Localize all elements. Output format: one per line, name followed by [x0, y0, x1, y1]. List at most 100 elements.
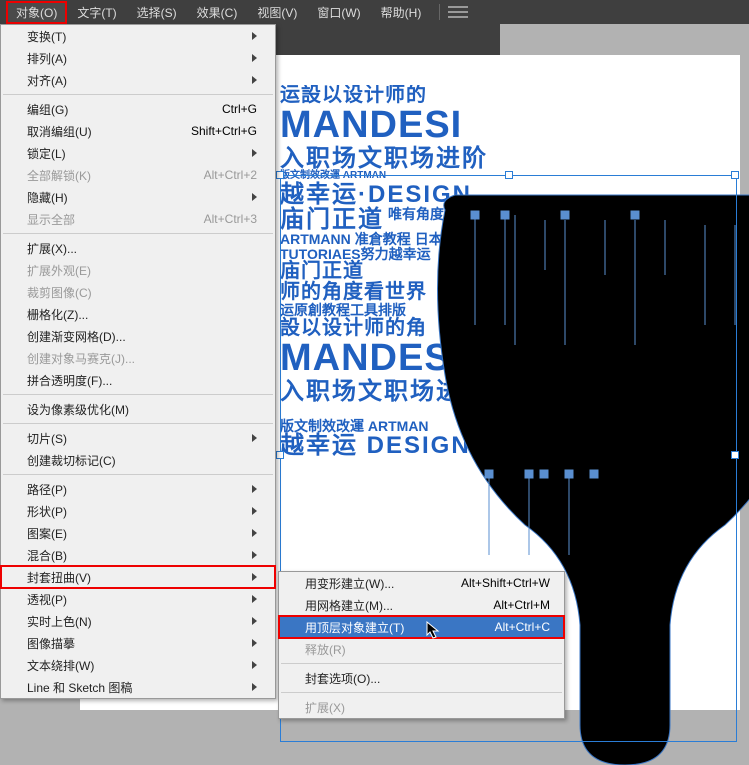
- menu-item-label: 取消编组(U): [27, 123, 171, 140]
- object-menu-item[interactable]: 透视(P): [1, 588, 275, 610]
- menu-separator: [3, 394, 273, 395]
- cursor-icon: [426, 621, 442, 641]
- submenu-arrow-icon: [252, 639, 257, 647]
- object-menu-item[interactable]: 设为像素级优化(M): [1, 398, 275, 420]
- menu-separator: [281, 663, 562, 664]
- menu-item-label: 扩展外观(E): [27, 262, 257, 279]
- submenu-arrow-icon: [252, 485, 257, 493]
- menu-item-label: Line 和 Sketch 图稿: [27, 679, 242, 696]
- envelope-submenu-item[interactable]: 封套选项(O)...: [279, 667, 564, 689]
- submenu-arrow-icon: [252, 54, 257, 62]
- menu-item-label: 用顶层对象建立(T): [305, 619, 475, 636]
- menu-view[interactable]: 视图(V): [247, 1, 307, 24]
- object-menu-item[interactable]: Line 和 Sketch 图稿: [1, 676, 275, 698]
- menu-separator: [3, 474, 273, 475]
- menu-item-label: 显示全部: [27, 211, 184, 228]
- menu-shortcut: Alt+Ctrl+M: [493, 598, 550, 612]
- object-menu-item[interactable]: 混合(B): [1, 544, 275, 566]
- menu-effect[interactable]: 效果(C): [187, 1, 248, 24]
- submenu-arrow-icon: [252, 32, 257, 40]
- envelope-submenu-item[interactable]: 用顶层对象建立(T) Alt+Ctrl+C: [279, 616, 564, 638]
- envelope-submenu-item: 扩展(X): [279, 696, 564, 718]
- menu-shortcut: Alt+Shift+Ctrl+W: [461, 576, 550, 590]
- menu-item-label: 透视(P): [27, 591, 242, 608]
- object-menu-item[interactable]: 创建渐变网格(D)...: [1, 325, 275, 347]
- object-menu-item[interactable]: 锁定(L): [1, 142, 275, 164]
- object-menu-item[interactable]: 排列(A): [1, 47, 275, 69]
- submenu-arrow-icon: [252, 595, 257, 603]
- object-menu-item[interactable]: 扩展(X)...: [1, 237, 275, 259]
- submenu-arrow-icon: [252, 76, 257, 84]
- menu-separator: [3, 94, 273, 95]
- object-menu-item[interactable]: 路径(P): [1, 478, 275, 500]
- menu-item-label: 释放(R): [305, 641, 550, 658]
- object-menu-item[interactable]: 创建裁切标记(C): [1, 449, 275, 471]
- object-menu-item[interactable]: 编组(G) Ctrl+G: [1, 98, 275, 120]
- menu-shortcut: Shift+Ctrl+G: [191, 124, 257, 138]
- object-menu-item[interactable]: 栅格化(Z)...: [1, 303, 275, 325]
- object-menu-item[interactable]: 取消编组(U) Shift+Ctrl+G: [1, 120, 275, 142]
- menu-item-label: 扩展(X): [305, 699, 550, 716]
- submenu-arrow-icon: [252, 507, 257, 515]
- object-menu-item[interactable]: 变换(T): [1, 25, 275, 47]
- menu-item-label: 封套扭曲(V): [27, 569, 242, 586]
- object-menu-item: 创建对象马赛克(J)...: [1, 347, 275, 369]
- menu-shortcut: Alt+Ctrl+3: [204, 212, 257, 226]
- menu-item-label: 创建渐变网格(D)...: [27, 328, 257, 345]
- envelope-distort-submenu: 用变形建立(W)... Alt+Shift+Ctrl+W 用网格建立(M)... Al…: [278, 571, 565, 719]
- object-menu-item[interactable]: 隐藏(H): [1, 186, 275, 208]
- menu-item-label: 形状(P): [27, 503, 242, 520]
- object-menu-item[interactable]: 封套扭曲(V): [1, 566, 275, 588]
- menu-item-label: 创建裁切标记(C): [27, 452, 257, 469]
- object-menu-item[interactable]: 切片(S): [1, 427, 275, 449]
- envelope-submenu-item[interactable]: 用变形建立(W)... Alt+Shift+Ctrl+W: [279, 572, 564, 594]
- menu-shortcut: Ctrl+G: [222, 102, 257, 116]
- submenu-arrow-icon: [252, 149, 257, 157]
- menu-shortcut: Alt+Ctrl+C: [495, 620, 550, 634]
- selection-handle[interactable]: [276, 171, 284, 179]
- object-menu-item[interactable]: 图像描摹: [1, 632, 275, 654]
- envelope-submenu-item[interactable]: 用网格建立(M)... Alt+Ctrl+M: [279, 594, 564, 616]
- menu-item-label: 拼合透明度(F)...: [27, 372, 257, 389]
- object-menu-item: 扩展外观(E): [1, 259, 275, 281]
- selection-handle[interactable]: [731, 171, 739, 179]
- menu-item-label: 文本绕排(W): [27, 657, 242, 674]
- object-menu-item[interactable]: 对齐(A): [1, 69, 275, 91]
- submenu-arrow-icon: [252, 573, 257, 581]
- menu-item-label: 混合(B): [27, 547, 242, 564]
- selection-handle[interactable]: [505, 171, 513, 179]
- object-menu-item[interactable]: 文本绕排(W): [1, 654, 275, 676]
- menu-item-label: 裁剪图像(C): [27, 284, 257, 301]
- workspace-switcher-icon[interactable]: [448, 6, 468, 18]
- object-menu-item[interactable]: 形状(P): [1, 500, 275, 522]
- menu-item-label: 编组(G): [27, 101, 202, 118]
- submenu-arrow-icon: [252, 617, 257, 625]
- object-menu-item[interactable]: 图案(E): [1, 522, 275, 544]
- menu-item-label: 对齐(A): [27, 72, 242, 89]
- menu-item-label: 全部解锁(K): [27, 167, 184, 184]
- menu-item-label: 栅格化(Z)...: [27, 306, 257, 323]
- menu-text[interactable]: 文字(T): [67, 1, 126, 24]
- menu-help[interactable]: 帮助(H): [371, 1, 432, 24]
- submenu-arrow-icon: [252, 551, 257, 559]
- selection-handle[interactable]: [731, 451, 739, 459]
- object-menu-item[interactable]: 拼合透明度(F)...: [1, 369, 275, 391]
- menu-item-label: 锁定(L): [27, 145, 242, 162]
- selection-handle[interactable]: [276, 451, 284, 459]
- menu-item-label: 用网格建立(M)...: [305, 597, 473, 614]
- menu-item-label: 实时上色(N): [27, 613, 242, 630]
- menu-separator: [3, 423, 273, 424]
- menu-shortcut: Alt+Ctrl+2: [204, 168, 257, 182]
- menu-separator: [281, 692, 562, 693]
- menu-object[interactable]: 对象(O): [6, 1, 67, 24]
- menu-item-label: 隐藏(H): [27, 189, 242, 206]
- menu-item-label: 用变形建立(W)...: [305, 575, 441, 592]
- menu-item-label: 排列(A): [27, 50, 242, 67]
- menu-select[interactable]: 选择(S): [127, 1, 187, 24]
- object-menu-item[interactable]: 实时上色(N): [1, 610, 275, 632]
- envelope-submenu-item: 释放(R): [279, 638, 564, 660]
- menu-window[interactable]: 窗口(W): [307, 1, 370, 24]
- object-menu-item: 显示全部 Alt+Ctrl+3: [1, 208, 275, 230]
- submenu-arrow-icon: [252, 683, 257, 691]
- menu-item-label: 扩展(X)...: [27, 240, 257, 257]
